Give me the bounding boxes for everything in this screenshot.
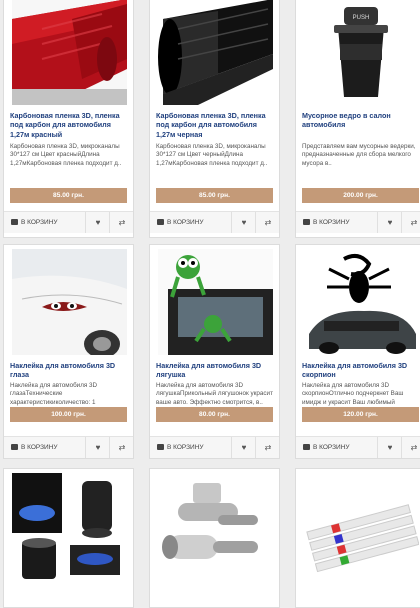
product-actions: В КОРЗИНУ ♥ ⇄ [4, 436, 133, 458]
cart-icon [303, 219, 310, 225]
product-image[interactable] [158, 0, 273, 105]
product-card[interactable]: Наклейка для автомобиля 3D лягушка Накле… [149, 244, 280, 459]
add-to-cart-label: В КОРЗИНУ [167, 444, 204, 451]
product-image[interactable]: PUSH [304, 0, 419, 105]
product-price: 100.00 грн. [10, 407, 127, 422]
add-to-cart-label: В КОРЗИНУ [167, 219, 204, 226]
product-price: 120.00 грн. [302, 407, 419, 422]
product-image[interactable] [12, 249, 127, 355]
product-image[interactable] [304, 473, 419, 579]
product-price: 85.00 грн. [156, 188, 273, 203]
add-to-cart-label: В КОРЗИНУ [313, 444, 350, 451]
wishlist-heart-icon[interactable]: ♥ [377, 437, 402, 458]
add-to-cart-button[interactable]: В КОРЗИНУ [150, 437, 231, 458]
add-to-cart-button[interactable]: В КОРЗИНУ [150, 212, 231, 233]
product-actions: В КОРЗИНУ ♥ ⇄ [150, 436, 279, 458]
add-to-cart-label: В КОРЗИНУ [313, 219, 350, 226]
product-actions: В КОРЗИНУ ♥ ⇄ [296, 211, 420, 233]
product-card[interactable]: PUSH Мусорное ведро в салон автомобиля П… [295, 0, 420, 238]
cart-icon [157, 444, 164, 450]
product-description: Наклейка для автомобиля 3D лягушкаПрикол… [156, 382, 273, 406]
product-price: 80.00 грн. [156, 407, 273, 422]
product-card[interactable] [3, 468, 134, 608]
product-image[interactable] [158, 249, 273, 355]
cart-icon [11, 219, 18, 225]
add-to-cart-button[interactable]: В КОРЗИНУ [296, 437, 377, 458]
product-title[interactable]: Карбоновая пленка 3D, пленка под карбон … [10, 111, 127, 139]
compare-arrows-icon[interactable]: ⇄ [401, 437, 420, 458]
compare-arrows-icon[interactable]: ⇄ [255, 212, 280, 233]
wishlist-heart-icon[interactable]: ♥ [231, 437, 256, 458]
cart-icon [11, 444, 18, 450]
product-card[interactable]: Карбоновая пленка 3D, пленка под карбон … [149, 0, 280, 238]
product-price: 85.00 грн. [10, 188, 127, 203]
cart-icon [303, 444, 310, 450]
cart-icon [157, 219, 164, 225]
product-actions: В КОРЗИНУ ♥ ⇄ [296, 436, 420, 458]
product-card[interactable] [149, 468, 280, 608]
product-image[interactable] [12, 473, 127, 579]
product-title[interactable]: Наклейка для автомобиля 3D лягушка [156, 361, 273, 380]
product-description: Карбоновая пленка 3D, микроканалы 30*127… [10, 143, 122, 167]
wishlist-heart-icon[interactable]: ♥ [85, 212, 110, 233]
compare-arrows-icon[interactable]: ⇄ [109, 437, 134, 458]
product-description: Представляем вам мусорные ведерки, предн… [302, 143, 416, 167]
product-card[interactable]: Карбоновая пленка 3D, пленка под карбон … [3, 0, 134, 238]
product-actions: В КОРЗИНУ ♥ ⇄ [4, 211, 133, 233]
product-image[interactable] [304, 249, 419, 355]
product-image[interactable] [12, 0, 127, 105]
wishlist-heart-icon[interactable]: ♥ [377, 212, 402, 233]
wishlist-heart-icon[interactable]: ♥ [231, 212, 256, 233]
add-to-cart-label: В КОРЗИНУ [21, 219, 58, 226]
add-to-cart-label: В КОРЗИНУ [21, 444, 58, 451]
wishlist-heart-icon[interactable]: ♥ [85, 437, 110, 458]
product-description: Карбоновая пленка 3D, микроканалы 30*127… [156, 143, 268, 167]
product-title[interactable]: Карбоновая пленка 3D, пленка под карбон … [156, 111, 273, 139]
add-to-cart-button[interactable]: В КОРЗИНУ [4, 212, 85, 233]
product-title[interactable]: Наклейка для автомобиля 3D глаза [10, 361, 127, 380]
add-to-cart-button[interactable]: В КОРЗИНУ [296, 212, 377, 233]
product-title[interactable]: Мусорное ведро в салон автомобиля [302, 111, 419, 130]
product-actions: В КОРЗИНУ ♥ ⇄ [150, 211, 279, 233]
svg-text:PUSH: PUSH [353, 15, 370, 21]
compare-arrows-icon[interactable]: ⇄ [255, 437, 280, 458]
product-title[interactable]: Наклейка для автомобиля 3D скорпион [302, 361, 419, 380]
product-card[interactable] [295, 468, 420, 608]
product-card[interactable]: Наклейка для автомобиля 3D глаза Наклейк… [3, 244, 134, 459]
product-price: 200.00 грн. [302, 188, 419, 203]
compare-arrows-icon[interactable]: ⇄ [401, 212, 420, 233]
compare-arrows-icon[interactable]: ⇄ [109, 212, 134, 233]
add-to-cart-button[interactable]: В КОРЗИНУ [4, 437, 85, 458]
product-card[interactable]: Наклейка для автомобиля 3D скорпион Накл… [295, 244, 420, 459]
product-image[interactable] [158, 473, 273, 579]
